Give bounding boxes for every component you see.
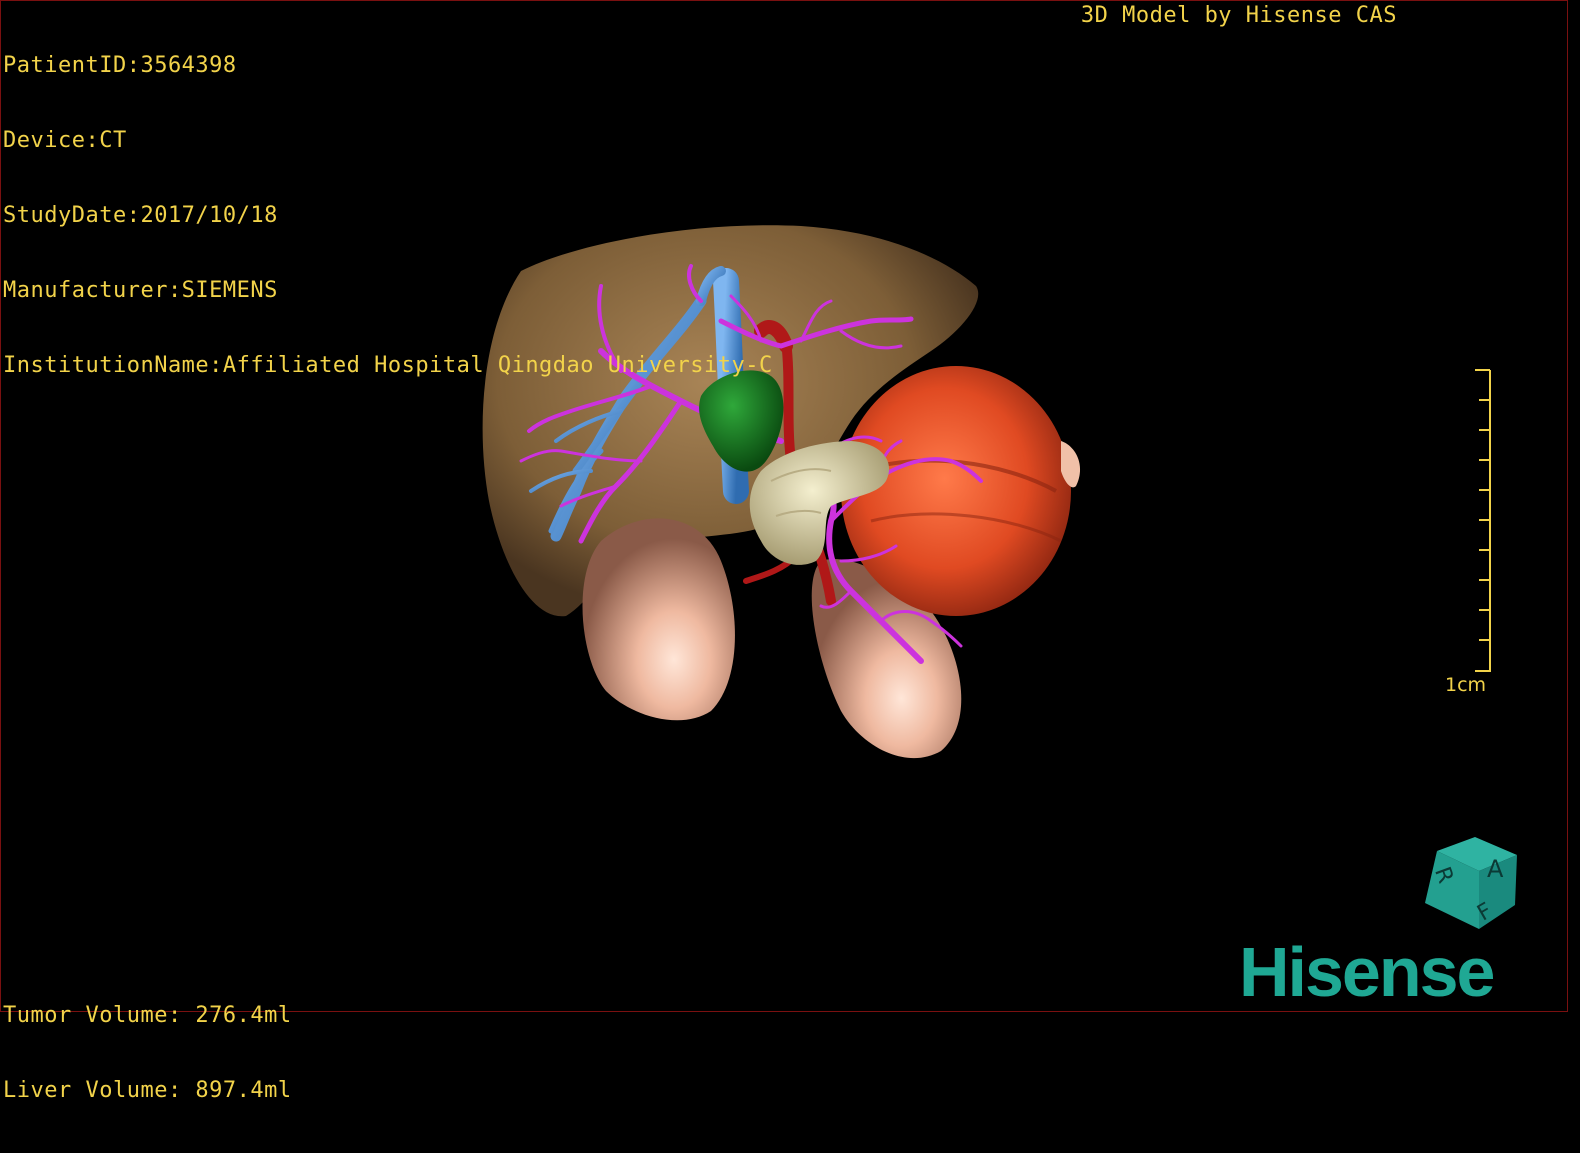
liver-volume-text: Liver Volume: 897.4ml xyxy=(3,1078,292,1103)
tumor-volume-text: Tumor Volume: 276.4ml xyxy=(3,1003,292,1028)
study-date-text: StudyDate:2017/10/18 xyxy=(3,203,278,228)
institution-text: InstitutionName:Affiliated Hospital Qing… xyxy=(3,353,773,378)
tumor-mesh xyxy=(841,366,1071,616)
cube-label-a: A xyxy=(1487,855,1504,883)
scale-bar-label: 1cm xyxy=(1445,674,1487,696)
patient-id-text: PatientID:3564398 xyxy=(3,53,237,78)
volume-overlay: Tumor Volume: 276.4ml Liver Volume: 897.… xyxy=(3,953,292,1153)
orientation-cube[interactable]: A R F xyxy=(1419,835,1519,935)
model-brand-label: 3D Model by Hisense CAS xyxy=(1080,3,1397,28)
left-kidney-mesh xyxy=(582,518,735,721)
device-text: Device:CT xyxy=(3,128,127,153)
hisense-logo: Hisense xyxy=(1239,933,1495,1011)
scale-bar xyxy=(1475,369,1491,672)
manufacturer-text: Manufacturer:SIEMENS xyxy=(3,278,278,303)
3d-viewport[interactable]: PatientID:3564398 Device:CT StudyDate:20… xyxy=(0,0,1568,1103)
patient-info-overlay: PatientID:3564398 Device:CT StudyDate:20… xyxy=(3,3,773,428)
